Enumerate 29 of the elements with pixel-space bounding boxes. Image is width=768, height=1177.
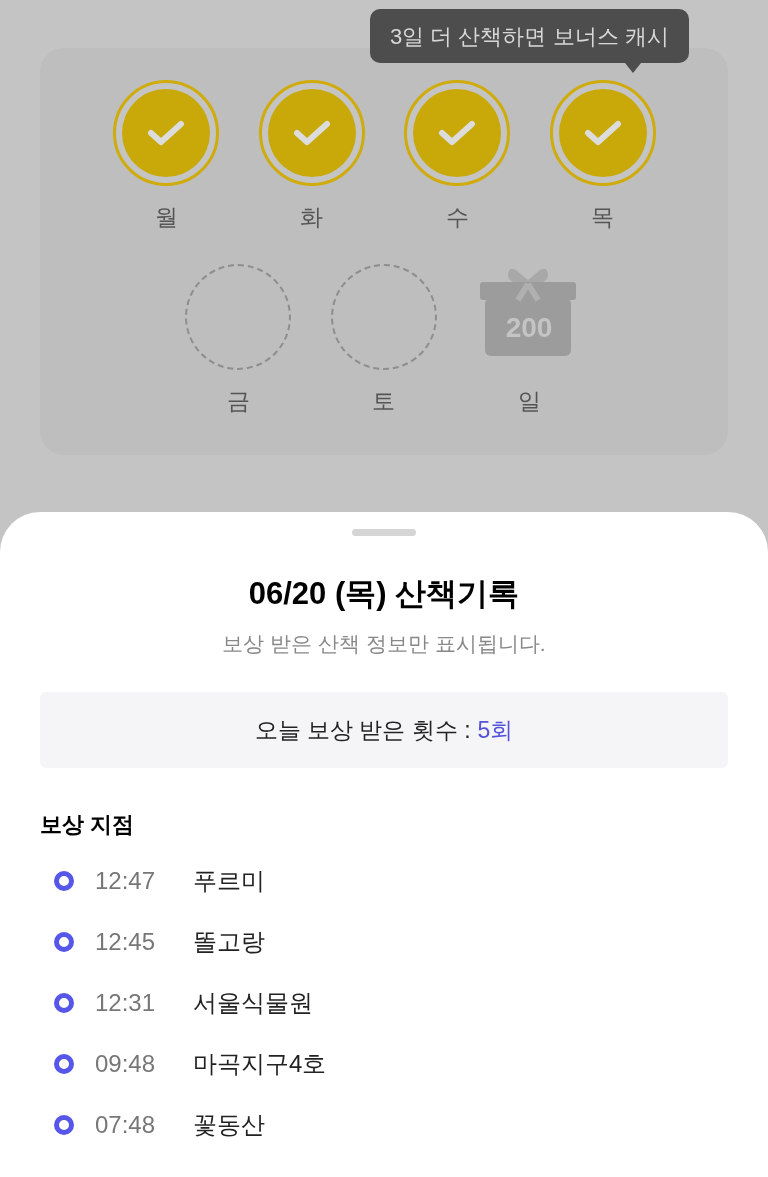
point-time: 12:45 xyxy=(95,926,157,957)
count-value: 5회 xyxy=(477,715,514,745)
point-name: 푸르미 xyxy=(193,865,265,896)
check-icon xyxy=(292,119,331,147)
check-icon xyxy=(147,119,185,147)
sheet-subtitle: 보상 받은 산책 정보만 표시됩니다. xyxy=(222,631,546,657)
day-label: 목 xyxy=(591,203,614,232)
point-time: 12:47 xyxy=(95,865,157,896)
point-name: 꽃동산 xyxy=(193,1109,265,1140)
tooltip-pointer-icon xyxy=(625,63,641,73)
point-time: 09:48 xyxy=(95,1048,157,1079)
day-label: 금 xyxy=(226,387,250,416)
point-name: 서울식물원 xyxy=(193,987,313,1018)
point-time: 12:31 xyxy=(95,987,157,1018)
day-label: 월 xyxy=(154,203,178,232)
day-label: 토 xyxy=(372,387,395,416)
point-name: 똘고랑 xyxy=(193,926,265,957)
check-icon xyxy=(438,119,476,147)
sheet-title: 06/20 (목) 산책기록 xyxy=(248,575,520,613)
section-title: 보상 지점 xyxy=(40,811,135,839)
check-icon xyxy=(583,119,622,147)
day-label: 일 xyxy=(517,387,541,416)
count-label: 오늘 보상 받은 횟수 : xyxy=(254,715,471,745)
day-label: 화 xyxy=(300,203,323,232)
drag-handle[interactable] xyxy=(352,529,416,536)
point-time: 07:48 xyxy=(95,1109,157,1140)
point-name: 마곡지구4호 xyxy=(193,1048,327,1079)
tooltip: 3일 더 산책하면 보너스 캐시 xyxy=(370,9,689,63)
day-label: 수 xyxy=(445,203,469,232)
